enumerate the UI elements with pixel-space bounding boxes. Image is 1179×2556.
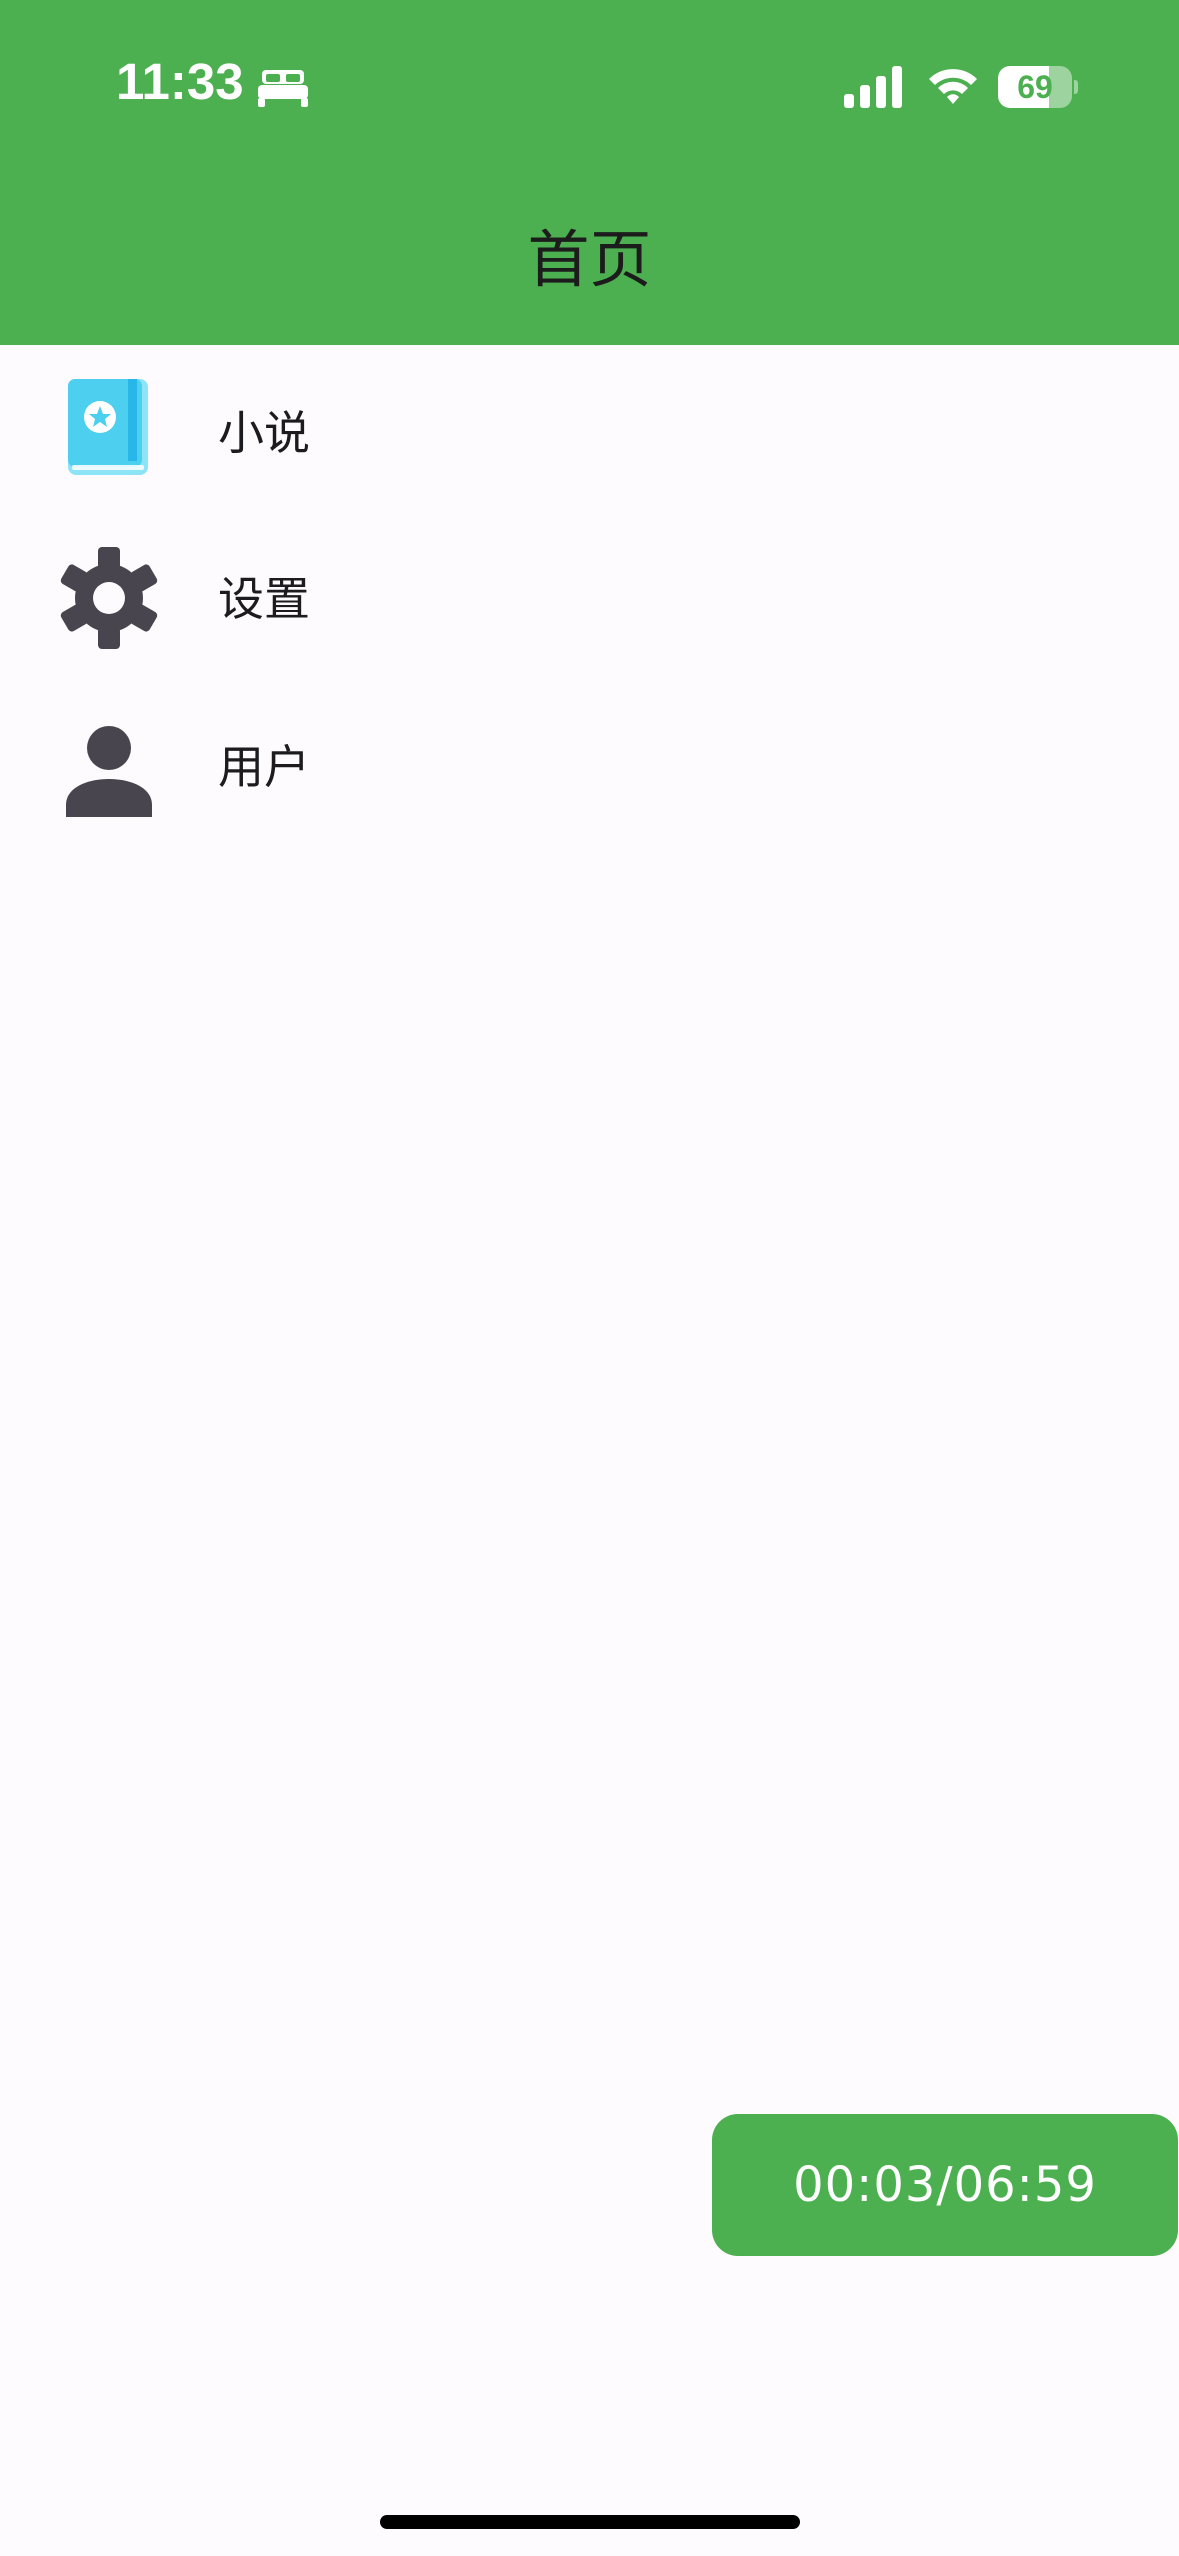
menu-item-settings[interactable]: 设置 <box>0 517 1179 685</box>
person-icon <box>66 726 152 817</box>
status-time: 11:33 <box>116 53 244 110</box>
battery-level: 69 <box>1017 69 1053 105</box>
home-indicator[interactable] <box>380 2515 800 2529</box>
app-header: 11:33 69 首页 <box>0 0 1179 345</box>
menu-label-novel: 小说 <box>218 406 310 460</box>
menu-label-user: 用户 <box>218 740 310 794</box>
menu-label-settings: 设置 <box>218 572 310 626</box>
signal-icon <box>844 66 902 108</box>
timer-badge[interactable]: 00:03/06:59 <box>712 2114 1178 2256</box>
menu-item-novel[interactable]: 小说 <box>0 349 1179 517</box>
book-icon <box>68 379 148 475</box>
battery-icon: 69 <box>998 66 1078 108</box>
page-title: 首页 <box>527 223 652 296</box>
gear-icon <box>60 547 158 649</box>
wifi-icon <box>929 69 977 104</box>
bed-icon <box>258 70 308 107</box>
menu-item-user[interactable]: 用户 <box>0 685 1179 853</box>
